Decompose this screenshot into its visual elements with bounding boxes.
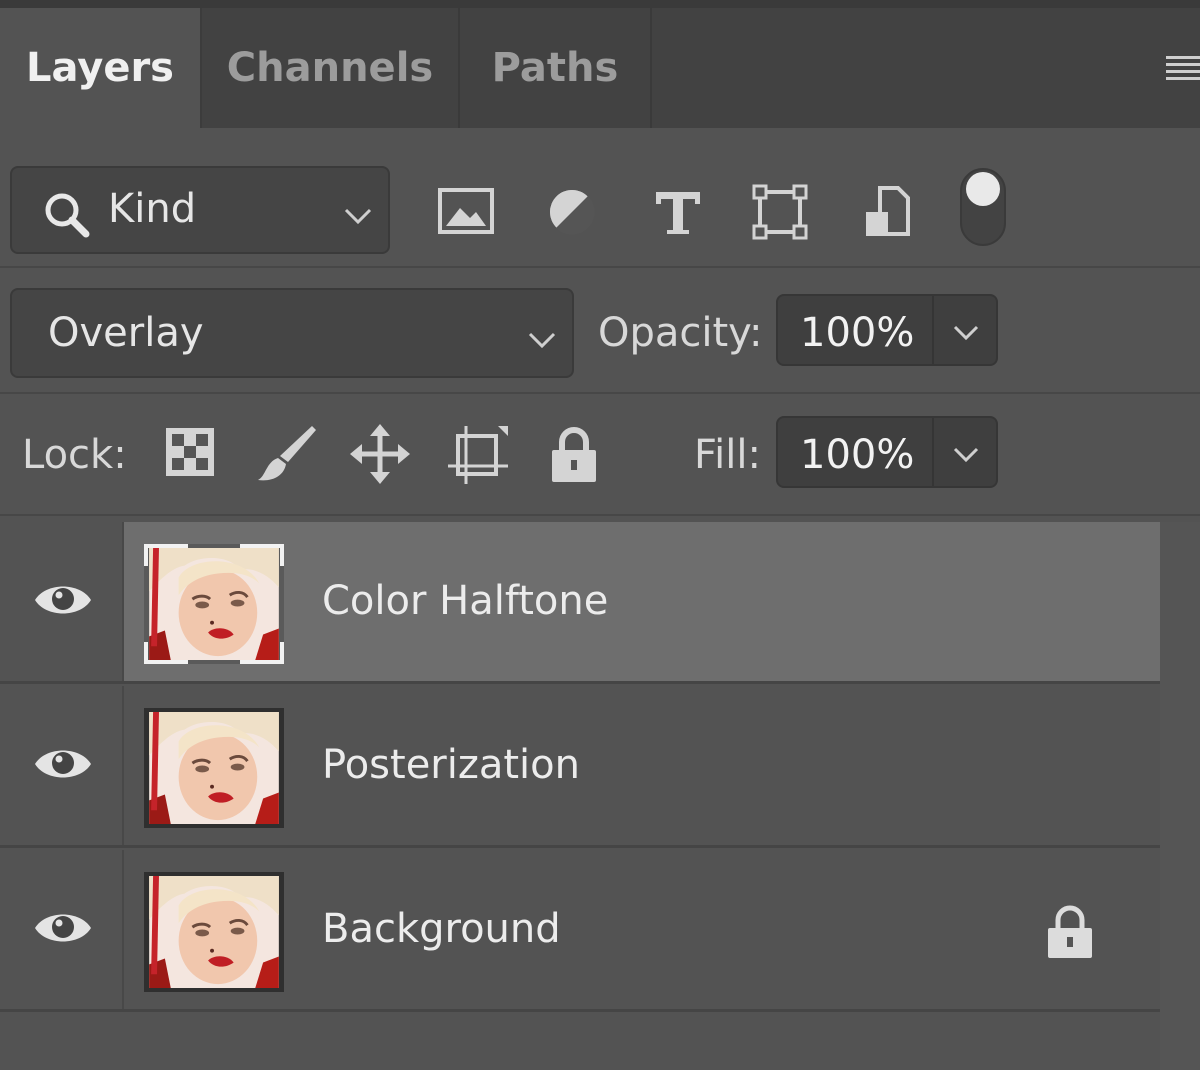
- search-icon: [45, 193, 90, 238]
- row-separator: [0, 1009, 1160, 1012]
- tab-bar-top-edge: [0, 0, 1200, 8]
- tab-channels[interactable]: Channels: [202, 8, 460, 128]
- eye-icon[interactable]: [32, 906, 94, 950]
- layer-row-posterization[interactable]: Posterization: [0, 686, 1160, 848]
- visibility-cell[interactable]: [0, 850, 124, 1012]
- opacity-chevron-down-icon[interactable]: [950, 316, 982, 348]
- opacity-divider: [932, 296, 934, 364]
- layer-row-background[interactable]: Background: [0, 850, 1160, 1012]
- opacity-label: Opacity:: [598, 310, 763, 356]
- visibility-cell[interactable]: [0, 522, 124, 684]
- image-filter-icon[interactable]: [436, 184, 496, 240]
- lock-transparent-pixels-icon[interactable]: [158, 422, 222, 486]
- row-separator: [0, 681, 1160, 684]
- lock-artboard-icon[interactable]: [446, 422, 510, 486]
- eye-icon[interactable]: [32, 578, 94, 622]
- opacity-field[interactable]: 100%: [776, 294, 998, 366]
- filter-kind-label: Kind: [108, 186, 197, 232]
- tab-paths[interactable]: Paths: [460, 8, 652, 128]
- layer-thumbnail[interactable]: [144, 872, 284, 992]
- row-separator: [0, 845, 1160, 848]
- type-filter-icon[interactable]: [648, 184, 708, 240]
- fill-label: Fill:: [694, 432, 761, 478]
- chevron-down-icon: [344, 208, 372, 225]
- lock-position-icon[interactable]: [348, 422, 412, 486]
- divider: [0, 514, 1200, 516]
- fill-divider: [932, 418, 934, 486]
- fill-value[interactable]: 100%: [800, 432, 914, 478]
- layer-name[interactable]: Posterization: [322, 742, 580, 788]
- divider: [0, 392, 1200, 394]
- lock-label: Lock:: [22, 432, 127, 478]
- fill-field[interactable]: 100%: [776, 416, 998, 488]
- chevron-down-icon: [528, 332, 556, 349]
- layer-thumbnail-image: [144, 872, 284, 992]
- layer-thumbnail-image: [144, 708, 284, 828]
- layer-name[interactable]: Background: [322, 906, 561, 952]
- layer-thumbnail-image: [144, 544, 284, 664]
- layer-lock-icon[interactable]: [1044, 904, 1096, 960]
- tab-layers[interactable]: Layers: [0, 8, 202, 128]
- divider: [0, 266, 1200, 268]
- layer-thumbnail[interactable]: [144, 708, 284, 828]
- layer-thumbnail[interactable]: [144, 544, 284, 664]
- panel-tab-bar: Layers Channels Paths: [0, 0, 1200, 128]
- layer-row-color-halftone[interactable]: Color Halftone: [0, 522, 1160, 684]
- filter-toggle-switch[interactable]: [960, 168, 1006, 246]
- filter-kind-dropdown[interactable]: Kind: [10, 166, 390, 254]
- fill-chevron-down-icon[interactable]: [950, 438, 982, 470]
- adjustment-filter-icon[interactable]: [542, 184, 602, 240]
- blend-mode-dropdown[interactable]: Overlay: [10, 288, 574, 378]
- smart-object-filter-icon[interactable]: [858, 184, 918, 240]
- opacity-value[interactable]: 100%: [800, 310, 914, 356]
- layers-scroll-gutter[interactable]: [1160, 522, 1200, 1070]
- blend-mode-value: Overlay: [48, 310, 204, 356]
- lock-image-pixels-icon[interactable]: [254, 422, 318, 486]
- lock-all-icon[interactable]: [542, 422, 606, 486]
- visibility-cell[interactable]: [0, 686, 124, 848]
- shape-filter-icon[interactable]: [750, 184, 810, 240]
- eye-icon[interactable]: [32, 742, 94, 786]
- hamburger-menu-icon[interactable]: [1164, 50, 1200, 86]
- toggle-knob: [966, 172, 1000, 206]
- layer-name[interactable]: Color Halftone: [322, 578, 608, 624]
